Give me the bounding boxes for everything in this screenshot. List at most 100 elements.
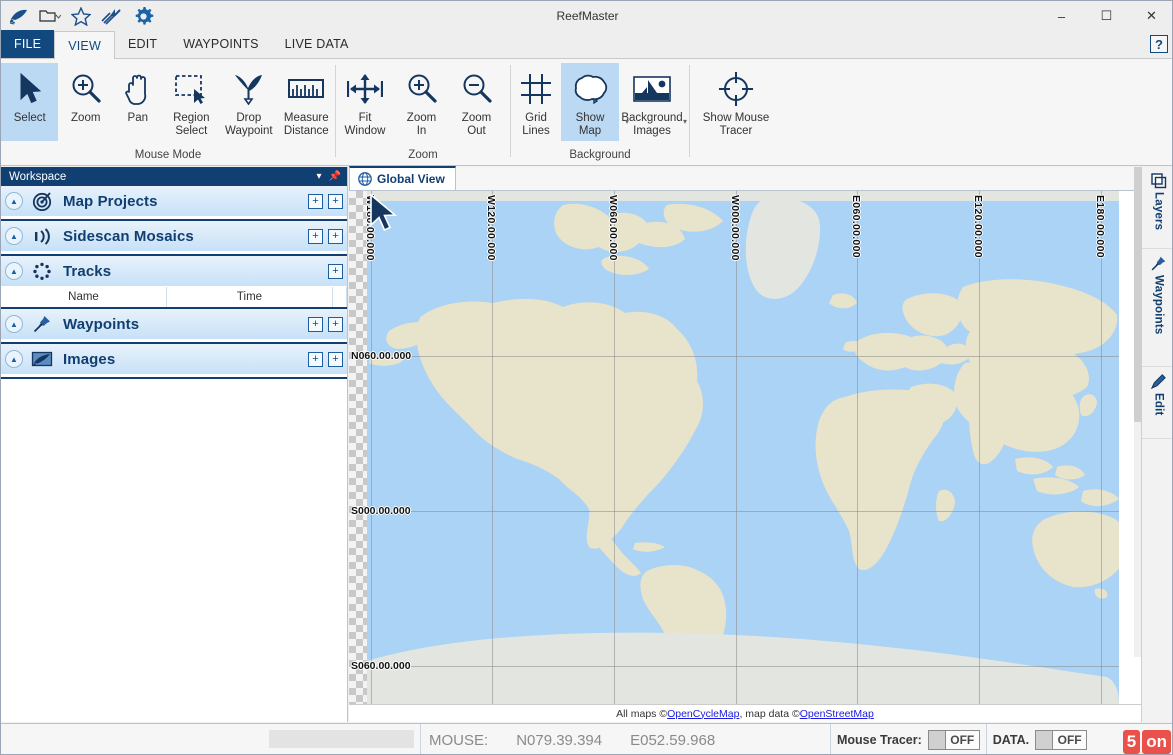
grid-lines-chevron-down-icon[interactable]: ▾ [625, 117, 629, 126]
show-mouse-tracer-button[interactable]: Show Mouse Tracer [690, 63, 782, 141]
add-item-icon[interactable]: + [328, 352, 343, 367]
background-images-label: Background Images [621, 112, 682, 138]
ribbon-group-background-label: Background [511, 149, 689, 165]
data-toggle[interactable]: OFF [1035, 730, 1087, 750]
right-dock-tab-layers[interactable]: Layers [1142, 167, 1173, 249]
workspace-body: ▲ Map Projects + + [1, 186, 347, 722]
map-latitude-label: S060.00.000 [351, 660, 411, 672]
target-icon [29, 191, 55, 211]
minimize-button[interactable]: – [1039, 1, 1084, 31]
collapse-toggle-icon[interactable]: ▲ [5, 192, 23, 210]
workspace-group-tracks: ▲ Tracks + [1, 256, 347, 309]
tracks-column-time[interactable]: Time [167, 287, 333, 307]
workspace-group-sidescan-mosaics-header[interactable]: ▲ Sidescan Mosaics + + [1, 221, 347, 251]
toggle-knob [1036, 731, 1053, 749]
workspace-title: Workspace [5, 171, 311, 183]
ribbon-tab-waypoints[interactable]: WAYPOINTS [170, 30, 271, 58]
watermark-piece-1: 5 [1123, 730, 1140, 754]
opencyclemap-link[interactable]: OpenCycleMap [667, 708, 739, 720]
collapse-toggle-icon[interactable]: ▲ [5, 227, 23, 245]
right-dock-tab-waypoints-label: Waypoints [1153, 275, 1165, 335]
mouse-tracer-toggle[interactable]: OFF [928, 730, 980, 750]
open-folder-icon[interactable] [38, 4, 62, 28]
sonar-waves-icon [29, 226, 55, 246]
pin-icon[interactable]: 📌 [327, 171, 343, 182]
status-mouse-cell: MOUSE: N079.39.394 E052.59.968 [421, 724, 831, 755]
ribbon-tab-edit[interactable]: EDIT [115, 30, 170, 58]
add-item-icon[interactable]: + [328, 194, 343, 209]
fit-window-icon [347, 68, 383, 110]
mouse-mode-region-select-button[interactable]: Region Select [163, 63, 220, 141]
chevron-down-icon[interactable]: ▾ [311, 171, 327, 182]
workspace-group-waypoints: ▲ Waypoints + + [1, 309, 347, 344]
right-dock-tab-edit[interactable]: Edit [1142, 367, 1173, 439]
show-mouse-tracer-label: Show Mouse Tracer [703, 112, 769, 138]
mouse-cursor-icon [367, 193, 399, 235]
ribbon-group-zoom-label: Zoom [336, 149, 510, 165]
pushpin-icon [1150, 255, 1167, 272]
data-toggle-value: OFF [1053, 731, 1086, 749]
collapse-toggle-icon[interactable]: ▲ [5, 315, 23, 333]
collapse-toggle-icon[interactable]: ▲ [5, 350, 23, 368]
expand-all-icon[interactable]: + [308, 317, 323, 332]
mouse-mode-measure-distance-button[interactable]: Measure Distance [278, 63, 335, 141]
background-show-map-button[interactable]: Show Map [561, 63, 619, 141]
ribbon-tab-file[interactable]: FILE [1, 30, 54, 58]
add-item-icon[interactable]: + [328, 264, 343, 279]
ribbon-tab-live-data[interactable]: LIVE DATA [272, 30, 362, 58]
scrollbar-thumb[interactable] [1134, 167, 1141, 422]
mouse-label: MOUSE: [429, 732, 488, 749]
mouse-mode-pan-button[interactable]: Pan [113, 63, 163, 141]
close-button[interactable]: ✕ [1129, 1, 1173, 31]
star-icon[interactable] [69, 4, 93, 28]
background-images-button[interactable]: Background Images [619, 63, 685, 141]
ribbon-tab-view[interactable]: VIEW [54, 31, 115, 59]
collapse-toggle-icon[interactable]: ▲ [5, 262, 23, 280]
expand-all-icon[interactable]: + [308, 352, 323, 367]
mouse-mode-zoom-button[interactable]: Zoom [58, 63, 113, 141]
workspace-group-map-projects: ▲ Map Projects + + [1, 186, 347, 221]
workspace-group-waypoints-title: Waypoints [55, 316, 303, 333]
maximize-button[interactable]: ☐ [1084, 1, 1129, 31]
grid-line-longitude [1101, 191, 1102, 704]
map-canvas[interactable]: W180.00.000 W120.00.000 W060.00.000 W000… [349, 191, 1141, 704]
zoom-in-button[interactable]: Zoom In [394, 63, 449, 141]
add-item-icon[interactable]: + [328, 229, 343, 244]
window-title: ReefMaster [1, 1, 1173, 31]
workspace-group-map-projects-title: Map Projects [55, 193, 303, 210]
mouse-mode-zoom-label: Zoom [71, 112, 100, 125]
add-item-icon[interactable]: + [328, 317, 343, 332]
workspace-group-images-header[interactable]: ▲ Images + + [1, 344, 347, 374]
help-button[interactable]: ? [1150, 35, 1168, 53]
map-longitude-label: W000.00.000 [729, 195, 741, 261]
toggle-knob [929, 731, 946, 749]
map-vertical-scrollbar[interactable] [1134, 167, 1141, 657]
gear-icon[interactable] [131, 4, 155, 28]
workspace-group-tracks-header[interactable]: ▲ Tracks + [1, 256, 347, 286]
crosshair-icon [717, 68, 755, 110]
openstreetmap-link[interactable]: OpenStreetMap [800, 708, 874, 720]
tracks-column-name[interactable]: Name [1, 287, 167, 307]
right-dock-tab-waypoints[interactable]: Waypoints [1142, 249, 1173, 367]
document-tab-global-view[interactable]: Global View [349, 166, 456, 190]
zoom-fit-window-label: Fit Window [345, 112, 386, 138]
workspace-group-waypoints-header[interactable]: ▲ Waypoints + + [1, 309, 347, 339]
expand-all-icon[interactable]: + [308, 229, 323, 244]
pushpin-icon [29, 314, 55, 334]
expand-all-icon[interactable]: + [308, 194, 323, 209]
map-longitude-label: E060.00.000 [850, 195, 862, 258]
right-dock-panel: Layers Waypoints Edit [1141, 167, 1173, 722]
ribbon-group-mouse-tracer: Show Mouse Tracer [690, 59, 790, 165]
reefmaster-logo-icon[interactable] [7, 4, 31, 28]
data-label: DATA. [993, 733, 1029, 747]
mouse-mode-drop-waypoint-button[interactable]: Drop Waypoint [220, 63, 277, 141]
zoom-fit-window-button[interactable]: Fit Window [336, 63, 394, 141]
background-images-chevron-down-icon[interactable]: ▾ [683, 117, 687, 126]
workspace-group-map-projects-header[interactable]: ▲ Map Projects + + [1, 186, 347, 216]
zoom-out-button[interactable]: Zoom Out [449, 63, 504, 141]
window-controls: – ☐ ✕ [1039, 1, 1173, 31]
sonar-import-icon[interactable] [100, 4, 124, 28]
background-grid-lines-button[interactable]: Grid Lines [511, 63, 561, 141]
mouse-mode-measure-distance-label: Measure Distance [284, 112, 329, 138]
mouse-mode-select-button[interactable]: Select [1, 63, 58, 141]
